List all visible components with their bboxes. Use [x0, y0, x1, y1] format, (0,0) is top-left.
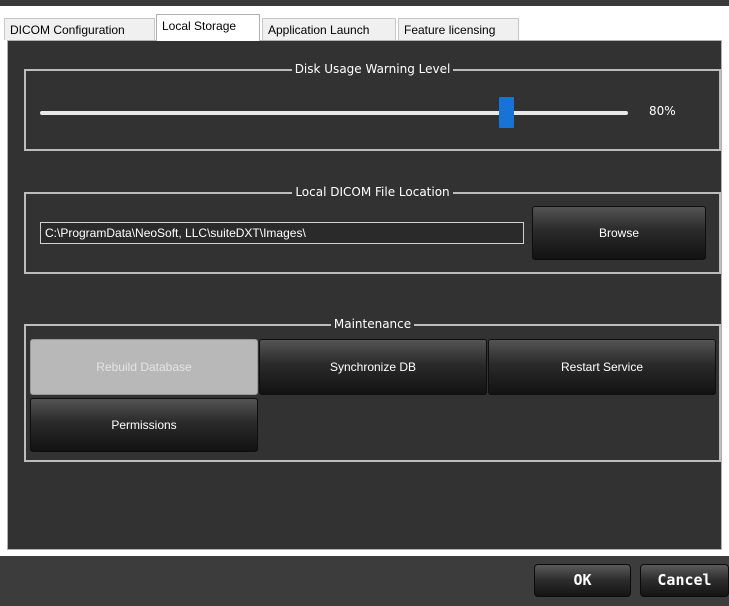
- disk-usage-slider-track[interactable]: [40, 111, 628, 115]
- bar-separator: [0, 550, 729, 556]
- tab-feature-licensing[interactable]: Feature licensing: [398, 18, 519, 40]
- tab-application-launch[interactable]: Application Launch: [262, 18, 396, 40]
- rebuild-database-button[interactable]: Rebuild Database: [30, 339, 258, 395]
- synchronize-db-button[interactable]: Synchronize DB: [259, 339, 487, 395]
- browse-button[interactable]: Browse: [532, 206, 706, 260]
- restart-service-button[interactable]: Restart Service: [488, 339, 716, 395]
- tab-dicom-configuration[interactable]: DICOM Configuration: [4, 18, 155, 40]
- permissions-button[interactable]: Permissions: [30, 398, 258, 452]
- disk-usage-slider-handle[interactable]: [499, 97, 514, 128]
- disk-usage-value: 80%: [649, 104, 676, 118]
- tab-local-storage[interactable]: Local Storage: [156, 14, 260, 41]
- maintenance-title: Maintenance: [330, 317, 415, 331]
- file-location-title: Local DICOM File Location: [292, 185, 453, 199]
- disk-usage-group: Disk Usage Warning Level: [24, 62, 721, 151]
- disk-usage-title: Disk Usage Warning Level: [291, 62, 454, 76]
- ok-button[interactable]: OK: [534, 564, 631, 597]
- tab-bar: DICOM Configuration Local Storage Applic…: [0, 0, 729, 41]
- cancel-button[interactable]: Cancel: [640, 564, 729, 597]
- file-location-path-input[interactable]: C:\ProgramData\NeoSoft, LLC\suiteDXT\Ima…: [40, 222, 524, 244]
- title-strip: [0, 0, 729, 6]
